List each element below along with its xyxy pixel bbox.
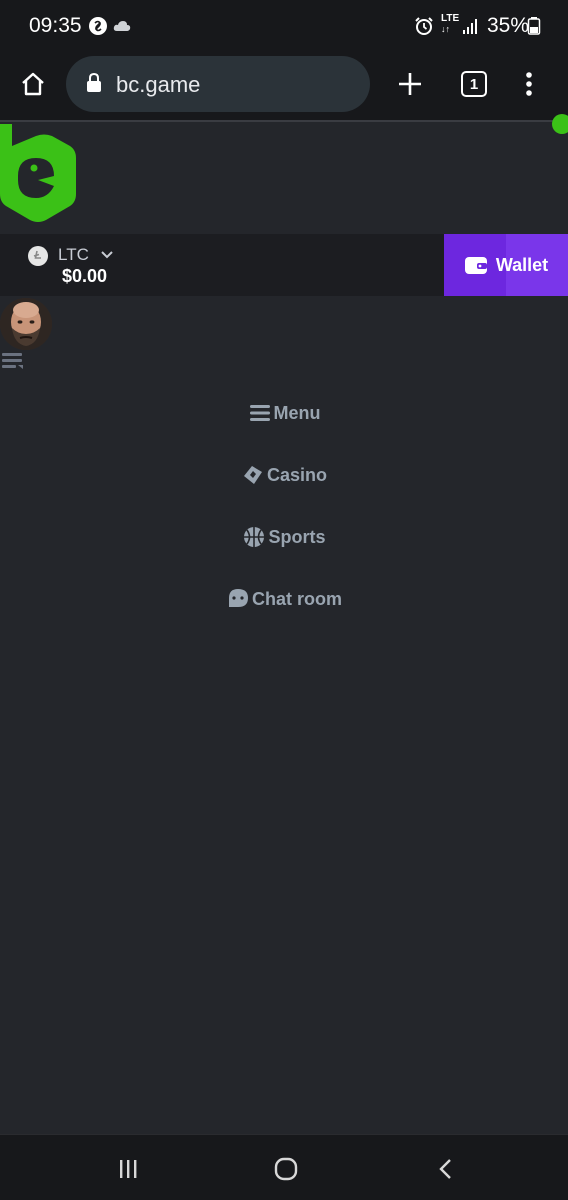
home-circle-icon bbox=[274, 1157, 298, 1181]
nav-item-label: Casino bbox=[266, 464, 327, 485]
user-avatar[interactable] bbox=[0, 298, 52, 350]
casino-icon bbox=[243, 466, 262, 484]
menu-lines-icon bbox=[249, 405, 270, 421]
nav-item-label: Sports bbox=[268, 526, 326, 547]
browser-menu-button[interactable] bbox=[509, 64, 549, 104]
cloud-icon bbox=[113, 21, 131, 31]
tabs-icon: 1 bbox=[461, 71, 487, 97]
back-chevron-icon bbox=[439, 1159, 451, 1179]
list-collapse-icon[interactable] bbox=[2, 352, 24, 370]
url-text: bc.game bbox=[116, 72, 201, 97]
shazam-icon bbox=[89, 17, 107, 35]
tab-count: 1 bbox=[469, 75, 479, 93]
ltc-coin-icon bbox=[28, 246, 48, 266]
nav-item-label: Menu bbox=[273, 402, 321, 423]
alarm-icon bbox=[415, 17, 433, 35]
back-button[interactable] bbox=[430, 1153, 462, 1185]
lte-icon: LTE ↓↑ bbox=[441, 13, 460, 35]
nav-item-label: Chat room bbox=[252, 588, 342, 609]
wallet-button-label: Wallet bbox=[495, 254, 549, 275]
basketball-icon bbox=[244, 527, 265, 547]
nav-item-chat-room[interactable]: Chat room bbox=[0, 579, 568, 619]
status-bar: 09:35 LTE ↓↑ 35% bbox=[0, 0, 568, 54]
recent-apps-icon bbox=[120, 1160, 137, 1178]
currency-selector[interactable]: LTC bbox=[58, 245, 89, 265]
notification-dot bbox=[552, 114, 568, 134]
signal-icon bbox=[463, 19, 477, 34]
plus-icon bbox=[399, 73, 421, 95]
new-tab-button[interactable] bbox=[390, 64, 430, 104]
lock-icon bbox=[87, 73, 101, 92]
bc-game-logo[interactable] bbox=[0, 124, 80, 224]
nav-item-menu[interactable]: Menu bbox=[0, 393, 568, 433]
balance-amount: $0.00 bbox=[62, 266, 108, 286]
status-time: 09:35 bbox=[29, 14, 82, 37]
browser-toolbar: bc.game 1 bbox=[0, 54, 568, 122]
lte-label: LTE bbox=[441, 13, 460, 24]
home-nav-button[interactable] bbox=[270, 1153, 302, 1185]
kebab-menu-icon bbox=[526, 72, 532, 96]
wallet-icon bbox=[464, 257, 487, 274]
tabs-button[interactable]: 1 bbox=[454, 64, 494, 104]
battery-percent: 35% bbox=[487, 14, 530, 37]
wallet-button[interactable]: Wallet bbox=[444, 234, 568, 296]
home-icon bbox=[22, 72, 44, 96]
chat-bubble-icon bbox=[229, 589, 248, 607]
nav-item-sports[interactable]: Sports bbox=[0, 517, 568, 557]
home-button[interactable] bbox=[13, 64, 53, 104]
address-bar[interactable]: bc.game bbox=[66, 56, 370, 112]
nav-item-casino[interactable]: Casino bbox=[0, 455, 568, 495]
wallet-bar: LTC $0.00 Wallet bbox=[0, 234, 568, 296]
site-header bbox=[0, 114, 568, 234]
chevron-down-icon[interactable] bbox=[100, 248, 114, 262]
battery-icon bbox=[527, 17, 541, 35]
recent-apps-button[interactable] bbox=[112, 1153, 144, 1185]
android-navigation-bar bbox=[0, 1134, 568, 1200]
